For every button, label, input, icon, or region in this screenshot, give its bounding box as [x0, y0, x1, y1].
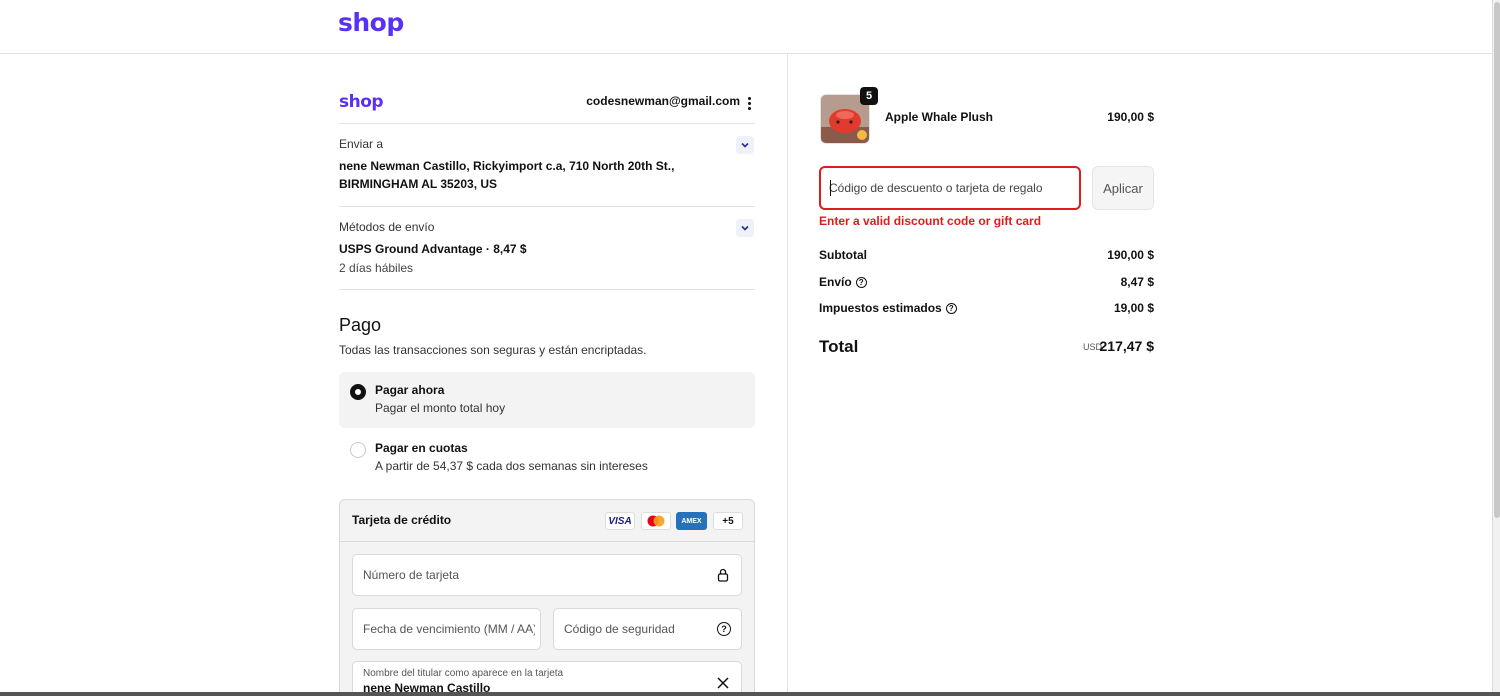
security-code-placeholder: Código de seguridad: [564, 622, 675, 636]
discount-error: Enter a valid discount code or gift card: [819, 214, 1042, 228]
shipping-method-eta: 2 días hábiles: [339, 261, 414, 275]
tax-label: Impuestos estimados?: [819, 301, 957, 315]
tax-value: 19,00 $: [1113, 301, 1154, 315]
cardholder-name-label: Nombre del titular como aparece en la ta…: [363, 668, 564, 679]
expiry-placeholder: Fecha de vencimiento (MM / AA): [363, 622, 535, 636]
shop-logo[interactable]: shop: [338, 8, 404, 37]
card-number-placeholder: Número de tarjeta: [363, 568, 460, 582]
help-icon[interactable]: ?: [717, 622, 731, 636]
credit-card-header[interactable]: Tarjeta de crédito VISA AMEX +5: [340, 500, 754, 542]
visa-icon: VISA: [605, 512, 635, 530]
ship-to-expand[interactable]: [736, 136, 754, 154]
account-shop-logo: shop: [339, 92, 384, 112]
amex-icon: AMEX: [676, 512, 707, 530]
payment-title: Pago: [339, 315, 382, 335]
more-options-icon[interactable]: [744, 95, 754, 111]
quantity-badge: 5: [860, 87, 878, 105]
ship-to-address: nene Newman Castillo, Rickyimport c.a, 7…: [339, 159, 675, 191]
product-name: Apple Whale Plush: [885, 110, 994, 124]
pay-now-radio[interactable]: [350, 384, 366, 400]
card-number-field[interactable]: Número de tarjeta: [352, 554, 742, 596]
expiry-field[interactable]: Fecha de vencimiento (MM / AA): [352, 608, 541, 650]
subtotal-label-text: Subtotal: [819, 248, 867, 262]
payment-subtitle: Todas las transacciones son seguras y es…: [339, 343, 647, 357]
mastercard-icon: [641, 512, 671, 530]
subtotal-label: Subtotal: [819, 248, 867, 262]
pay-installments-subtitle: A partir de 54,37 $ cada dos semanas sin…: [375, 459, 648, 473]
cardholder-name-field[interactable]: Nombre del titular como aparece en la ta…: [352, 661, 742, 696]
ship-to-label: Enviar a: [339, 137, 384, 151]
account-email: codesnewman@gmail.com: [586, 94, 740, 108]
discount-input[interactable]: [829, 179, 1069, 197]
shipping-label-text: Envío: [819, 275, 852, 289]
scrollbar-thumb[interactable]: [1494, 2, 1500, 518]
clear-icon[interactable]: [715, 675, 731, 691]
tax-label-text: Impuestos estimados: [819, 301, 942, 315]
lock-icon: [717, 568, 729, 582]
header-bar: [0, 0, 1492, 54]
total-value: 217,47 $: [1099, 338, 1155, 354]
shipping-method-value: USPS Ground Advantage · 8,47 $: [339, 242, 527, 256]
pay-now-title: Pagar ahora: [375, 383, 445, 397]
chevron-down-icon: [741, 142, 749, 148]
chevron-down-icon: [741, 225, 749, 231]
text-caret: [830, 180, 831, 196]
apply-button[interactable]: Aplicar: [1092, 166, 1154, 210]
column-divider: [787, 54, 788, 696]
help-icon[interactable]: ?: [945, 302, 957, 314]
credit-card-panel: Tarjeta de crédito VISA AMEX +5 Número d…: [339, 499, 755, 696]
total-label: Total: [819, 337, 859, 356]
product-price: 190,00 $: [1107, 110, 1154, 124]
scrollbar[interactable]: [1492, 0, 1500, 696]
subtotal-value: 190,00 $: [1107, 248, 1154, 262]
pay-now-option[interactable]: [339, 372, 755, 428]
pay-now-subtitle: Pagar el monto total hoy: [375, 401, 506, 415]
divider: [339, 206, 755, 207]
shipping-method-label: Métodos de envío: [339, 220, 435, 234]
shipping-value: 8,47 $: [1120, 275, 1154, 289]
shipping-method-expand[interactable]: [736, 219, 754, 237]
pay-installments-title[interactable]: Pagar en cuotas: [375, 441, 468, 455]
window-bottom-edge: [0, 692, 1500, 696]
divider: [339, 289, 755, 290]
shipping-label: Envío?: [819, 275, 867, 289]
divider: [339, 123, 755, 124]
pay-installments-radio[interactable]: [350, 442, 366, 458]
more-brands-badge: +5: [713, 512, 743, 530]
help-icon[interactable]: ?: [855, 276, 867, 288]
credit-card-title: Tarjeta de crédito: [352, 513, 452, 527]
discount-field[interactable]: [819, 166, 1081, 210]
security-code-field[interactable]: Código de seguridad ?: [553, 608, 742, 650]
